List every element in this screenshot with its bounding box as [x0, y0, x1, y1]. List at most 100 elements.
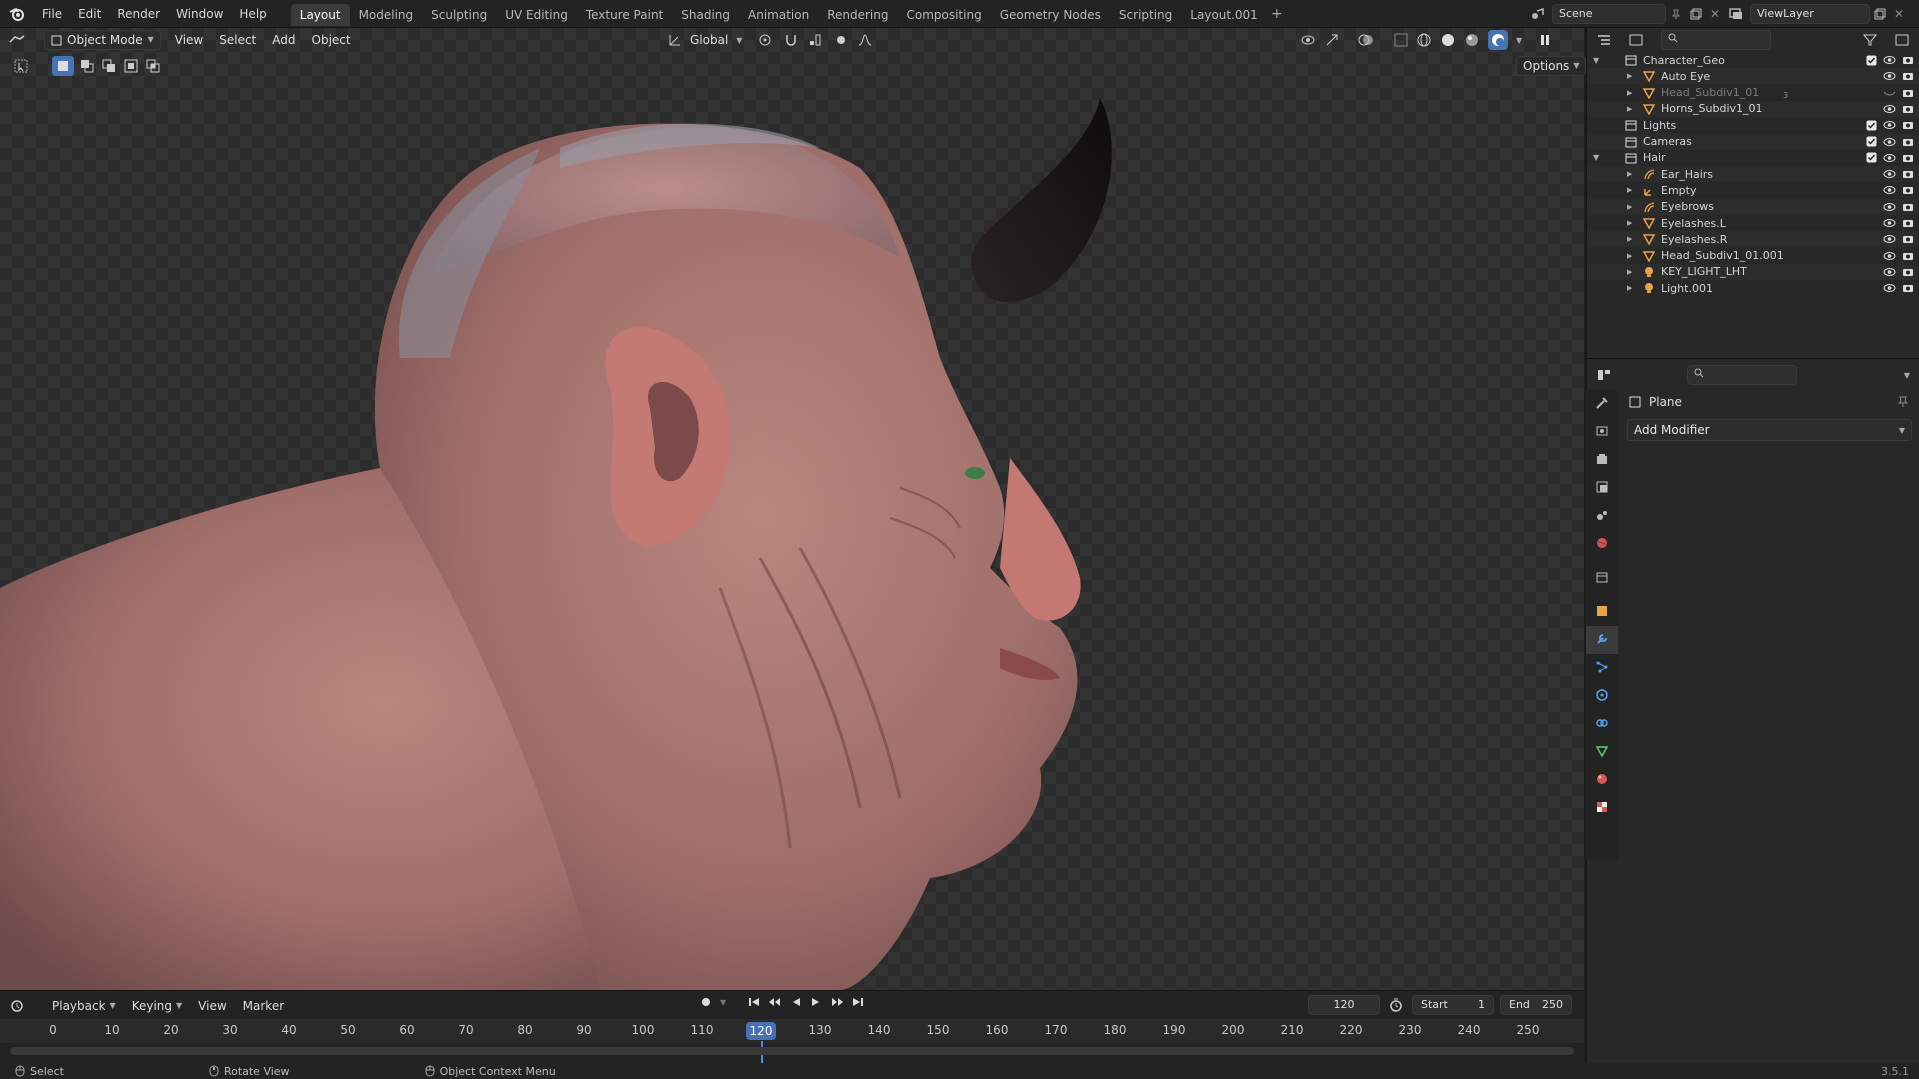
eye-icon[interactable]: [1883, 267, 1896, 277]
eye-icon[interactable]: [1883, 234, 1896, 244]
chevron-down-icon[interactable]: ▼: [1593, 56, 1599, 65]
eye-icon[interactable]: [1883, 55, 1896, 65]
select-new-icon[interactable]: [52, 56, 74, 76]
jump-keyframe-back-icon[interactable]: [768, 996, 782, 1008]
tab-layout[interactable]: Layout: [290, 4, 350, 26]
timeline-menu-playback[interactable]: Playback ▼: [44, 996, 124, 1016]
start-frame-field[interactable]: Start 1: [1412, 995, 1494, 1015]
timeline-scrollbar[interactable]: [10, 1047, 1574, 1055]
select-subtract-icon[interactable]: [100, 56, 118, 76]
jump-keyframe-forward-icon[interactable]: [830, 996, 844, 1008]
current-frame-field[interactable]: 120: [1308, 995, 1380, 1015]
outliner-editor-icon[interactable]: [1587, 28, 1621, 52]
scene-icon[interactable]: [1524, 4, 1552, 24]
tab-geometry-nodes[interactable]: Geometry Nodes: [991, 4, 1110, 26]
outliner-row[interactable]: Lights: [1587, 117, 1919, 133]
eye-icon[interactable]: [1883, 169, 1896, 179]
pin-icon[interactable]: [1897, 395, 1909, 410]
outliner-row[interactable]: ▶ Ear_Hairs: [1587, 166, 1919, 183]
eye-icon[interactable]: [1883, 153, 1896, 163]
add-workspace-icon[interactable]: +: [1267, 0, 1287, 28]
scene-name-field[interactable]: Scene: [1552, 4, 1666, 24]
camera-icon[interactable]: [1902, 71, 1914, 81]
play-reverse-icon[interactable]: [790, 996, 802, 1008]
properties-editor-icon[interactable]: [1587, 363, 1621, 387]
outliner-search-input[interactable]: [1661, 30, 1771, 50]
eye-closed-icon[interactable]: [1883, 88, 1896, 98]
filter-icon[interactable]: [1860, 34, 1880, 46]
checkbox-icon[interactable]: [1866, 152, 1877, 163]
menu-help[interactable]: Help: [231, 0, 274, 28]
camera-icon[interactable]: [1902, 137, 1914, 147]
tab-view-layer[interactable]: [1586, 474, 1618, 502]
viewlayer-icon[interactable]: [1722, 4, 1750, 24]
tab-sculpting[interactable]: Sculpting: [422, 4, 496, 26]
tab-output[interactable]: [1586, 446, 1618, 474]
menu-edit[interactable]: Edit: [70, 0, 109, 28]
outliner-row[interactable]: ▼ Character_Geo: [1587, 52, 1919, 68]
chevron-right-icon[interactable]: ▶: [1627, 235, 1632, 243]
menu-window[interactable]: Window: [168, 0, 231, 28]
pin-icon[interactable]: [1666, 4, 1686, 24]
outliner-row[interactable]: ▶ Empty: [1587, 182, 1919, 198]
tab-compositing[interactable]: Compositing: [897, 4, 990, 26]
tab-layout-001[interactable]: Layout.001: [1181, 4, 1267, 26]
orientation-label[interactable]: Global: [686, 30, 732, 50]
pause-render-icon[interactable]: [1538, 33, 1552, 47]
overlays-icon[interactable]: [1358, 33, 1374, 47]
wireframe-shading-icon[interactable]: [1416, 32, 1432, 48]
outliner-row[interactable]: ▶ KEY_LIGHT_LHT: [1587, 263, 1919, 280]
snap-target-icon[interactable]: [808, 33, 822, 47]
outliner-row[interactable]: ▶ Head_Subdiv1_01.001: [1587, 248, 1919, 264]
camera-icon[interactable]: [1902, 267, 1914, 277]
play-icon[interactable]: [810, 996, 822, 1008]
tab-scripting[interactable]: Scripting: [1110, 4, 1181, 26]
viewport-menu-select[interactable]: Select: [211, 30, 264, 50]
tab-world[interactable]: [1586, 530, 1618, 558]
chevron-right-icon[interactable]: ▶: [1627, 170, 1632, 178]
select-invert-icon[interactable]: [122, 56, 140, 76]
rendered-shading-icon[interactable]: [1488, 30, 1508, 50]
proportional-edit-icon[interactable]: [834, 33, 848, 47]
viewport-menu-add[interactable]: Add: [264, 30, 303, 50]
outliner-row[interactable]: ▶ Light.001: [1587, 280, 1919, 296]
snap-icon[interactable]: [784, 33, 798, 47]
camera-icon[interactable]: [1902, 55, 1914, 65]
options-dropdown[interactable]: Options ▼: [1516, 56, 1587, 76]
tab-constraints[interactable]: [1586, 710, 1618, 738]
eye-icon[interactable]: [1883, 137, 1896, 147]
jump-end-icon[interactable]: [852, 996, 864, 1008]
chevron-right-icon[interactable]: ▶: [1627, 203, 1632, 211]
tab-scene[interactable]: [1586, 502, 1618, 530]
tab-modeling[interactable]: Modeling: [350, 4, 423, 26]
tab-material[interactable]: [1586, 766, 1618, 794]
timeline-menu-keying[interactable]: Keying ▼: [124, 996, 190, 1016]
chevron-down-icon[interactable]: ▼: [1516, 36, 1522, 45]
stopwatch-icon[interactable]: [1386, 998, 1406, 1012]
new-scene-icon[interactable]: [1686, 4, 1706, 24]
viewlayer-name-field[interactable]: ViewLayer: [1750, 4, 1870, 24]
outliner-row[interactable]: ▶ Eyelashes.R: [1587, 231, 1919, 248]
auto-keying-icon[interactable]: [700, 996, 712, 1008]
tab-modifiers[interactable]: [1586, 626, 1618, 654]
new-collection-icon[interactable]: [1892, 34, 1912, 46]
camera-icon[interactable]: [1902, 218, 1914, 228]
timeline-menu-marker[interactable]: Marker: [235, 996, 292, 1016]
mode-selector[interactable]: Object Mode ▼: [44, 30, 161, 50]
tab-shading[interactable]: Shading: [672, 4, 739, 26]
outliner-row[interactable]: ▶ Eyelashes.L: [1587, 215, 1919, 231]
select-intersect-icon[interactable]: [144, 56, 162, 76]
chevron-down-icon[interactable]: ▼: [720, 998, 726, 1007]
material-shading-icon[interactable]: [1464, 32, 1480, 48]
chevron-down-icon[interactable]: ▼: [1593, 153, 1599, 162]
chevron-right-icon[interactable]: ▶: [1627, 186, 1632, 194]
delete-viewlayer-icon[interactable]: ✕: [1890, 4, 1908, 24]
blender-logo-icon[interactable]: [0, 0, 34, 28]
solid-shading-icon[interactable]: [1440, 32, 1456, 48]
tab-animation[interactable]: Animation: [739, 4, 818, 26]
chevron-right-icon[interactable]: ▶: [1627, 252, 1632, 260]
eye-icon[interactable]: [1883, 104, 1896, 114]
eye-icon[interactable]: [1883, 283, 1896, 293]
viewport-menu-view[interactable]: View: [167, 30, 211, 50]
eye-icon[interactable]: [1883, 202, 1896, 212]
